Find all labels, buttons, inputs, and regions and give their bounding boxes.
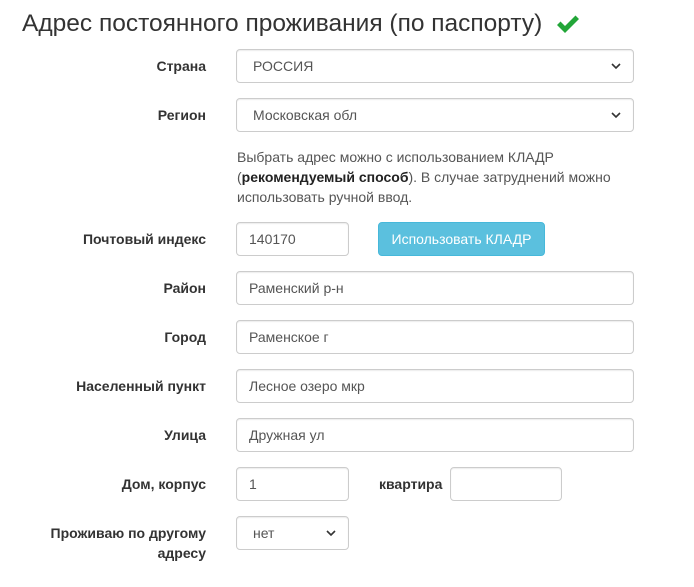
- street-input[interactable]: Дружная ул: [236, 418, 634, 452]
- use-kladr-button[interactable]: Использовать КЛАДР: [378, 222, 545, 256]
- street-input-value: Дружная ул: [249, 427, 325, 443]
- street-label: Улица: [164, 427, 206, 443]
- settlement-label: Населенный пункт: [76, 378, 206, 394]
- help-line-1: Выбрать адрес можно с использованием КЛА…: [237, 149, 554, 165]
- region-select-value: Московская обл: [253, 107, 357, 123]
- postal-input[interactable]: 140170: [236, 222, 349, 256]
- postal-input-value: 140170: [249, 231, 296, 247]
- district-input[interactable]: Раменский р-н: [236, 271, 634, 305]
- chevron-down-icon: [326, 529, 336, 536]
- settlement-input[interactable]: Лесное озеро мкр: [236, 369, 634, 403]
- district-input-value: Раменский р-н: [249, 280, 344, 296]
- help-line-2-rest: ). В случае затруднений можно: [408, 169, 611, 185]
- postal-label: Почтовый индекс: [82, 231, 206, 247]
- region-label: Регион: [157, 107, 206, 123]
- chevron-down-icon: [611, 62, 621, 69]
- other-address-select-value: нет: [253, 525, 275, 541]
- apartment-input[interactable]: [450, 467, 562, 501]
- city-input-value: Раменское г: [249, 329, 329, 345]
- other-address-select[interactable]: нет: [236, 516, 349, 550]
- check-icon: [556, 13, 580, 35]
- section-title: Адрес постоянного проживания (по паспорт…: [22, 10, 580, 38]
- chevron-down-icon: [611, 111, 621, 118]
- country-select[interactable]: РОССИЯ: [236, 49, 634, 83]
- region-select[interactable]: Московская обл: [236, 98, 634, 132]
- city-input[interactable]: Раменское г: [236, 320, 634, 354]
- apartment-label: квартира: [379, 476, 443, 492]
- district-label: Район: [163, 280, 206, 296]
- country-label: Страна: [156, 58, 206, 74]
- house-label: Дом, корпус: [121, 476, 206, 492]
- settlement-input-value: Лесное озеро мкр: [249, 378, 365, 394]
- section-title-text: Адрес постоянного проживания (по паспорт…: [22, 10, 543, 37]
- city-label: Город: [164, 329, 206, 345]
- country-select-value: РОССИЯ: [253, 58, 314, 74]
- other-address-label: Проживаю по другому адресу: [50, 525, 206, 561]
- help-line-3: использовать ручной ввод.: [237, 189, 413, 205]
- house-input[interactable]: 1: [236, 467, 349, 501]
- help-recommended: рекомендуемый способ: [241, 169, 409, 185]
- house-input-value: 1: [249, 476, 257, 492]
- kladr-help-text: Выбрать адрес можно с использованием КЛА…: [237, 147, 637, 207]
